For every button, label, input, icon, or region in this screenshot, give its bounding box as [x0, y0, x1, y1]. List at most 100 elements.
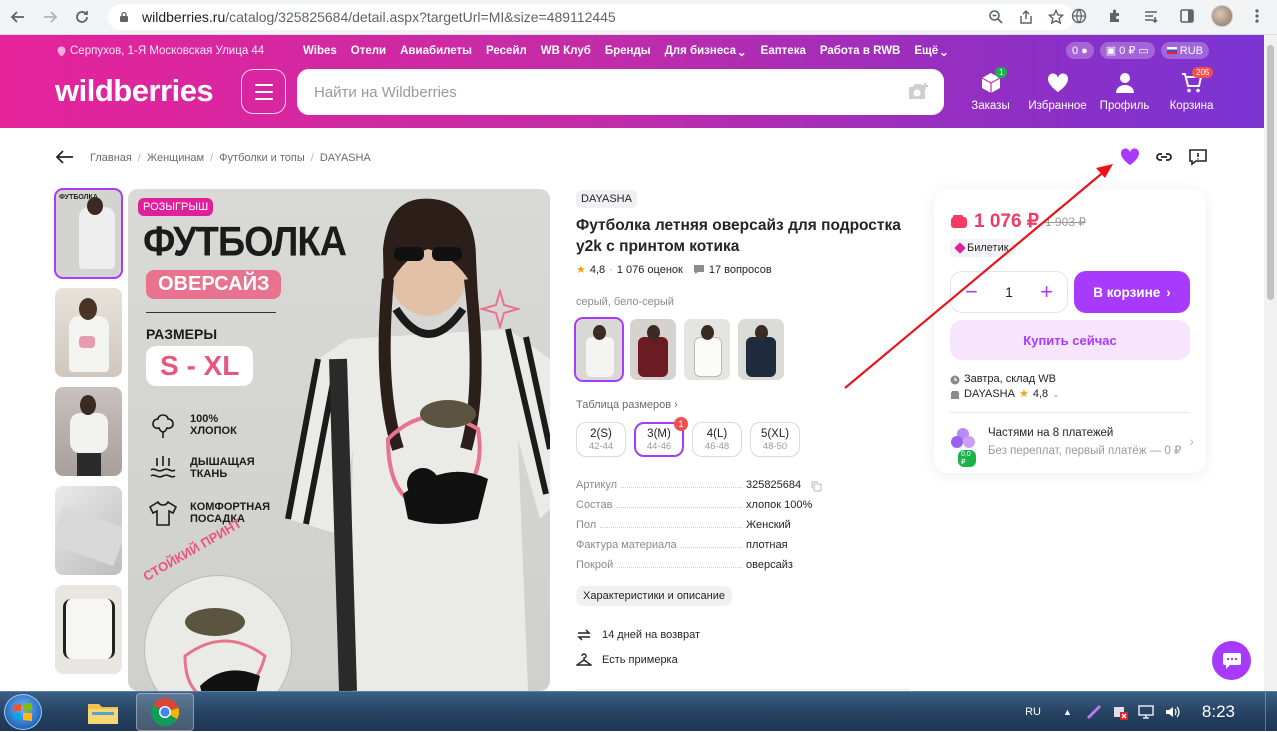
cart-button[interactable]: 205 Корзина — [1158, 67, 1225, 112]
fitting-info: Есть примерка — [576, 653, 678, 667]
copy-icon[interactable] — [811, 481, 822, 492]
top-menu-item[interactable]: Ресейл — [486, 45, 527, 59]
breadcrumb-link[interactable]: DAYASHA — [320, 152, 371, 164]
characteristics-button[interactable]: Характеристики и описание — [576, 586, 732, 606]
network-error-icon[interactable] — [1112, 704, 1128, 720]
in-cart-button[interactable]: В корзине › — [1074, 271, 1190, 313]
size-option[interactable]: 3(M) 44-46 1 — [634, 417, 688, 457]
points-pill[interactable]: 0 ● — [1065, 42, 1094, 59]
ticket-label: Билетик — [967, 242, 1009, 254]
explorer-taskbar-button[interactable] — [74, 693, 132, 731]
chat-button[interactable] — [1212, 641, 1251, 680]
thumbnail-5[interactable] — [55, 585, 122, 674]
return-info: 14 дней на возврат — [576, 628, 700, 642]
catalog-menu-button[interactable] — [241, 69, 286, 114]
rating-row[interactable]: ★ 4,8 · 1 076 оценок 17 вопросов — [576, 263, 772, 277]
orders-button[interactable]: 1 Заказы — [957, 67, 1024, 112]
top-menu-item[interactable]: Авиабилеты — [400, 45, 472, 59]
copy-link-icon[interactable] — [1154, 148, 1174, 166]
top-menu-item[interactable]: Работа в RWB — [820, 45, 901, 59]
ticket-chip[interactable]: Билетик — [950, 239, 1015, 257]
chrome-taskbar-button[interactable] — [136, 693, 194, 731]
top-menu-item[interactable]: WB Клуб — [541, 45, 591, 59]
product-main-image[interactable]: РОЗЫГРЫШ ФУТБОЛКА ОВЕРСАЙЗ РАЗМЕРЫ S - X… — [128, 189, 550, 691]
questions-count[interactable]: 17 вопросов — [709, 264, 772, 276]
breadcrumb-link[interactable]: Женщинам — [147, 152, 204, 164]
kebab-menu-icon[interactable] — [1245, 4, 1269, 28]
color-option-3[interactable] — [684, 319, 730, 380]
thumbnail-3[interactable] — [55, 387, 122, 476]
color-option-2[interactable] — [630, 319, 676, 380]
currency-pill[interactable]: RUB — [1160, 42, 1209, 59]
report-issue-icon[interactable] — [1188, 148, 1208, 166]
top-menu-item[interactable]: Ещё — [914, 45, 938, 59]
show-desktop-button[interactable] — [1265, 692, 1277, 732]
clock[interactable]: 8:23 — [1202, 702, 1235, 722]
top-menu-item[interactable]: Еаптека — [761, 45, 806, 59]
favorites-button[interactable]: Избранное — [1024, 71, 1091, 112]
side-panel-icon[interactable] — [1175, 4, 1199, 28]
current-price: 1 076 ₽ — [974, 211, 1039, 232]
card-divider — [950, 412, 1190, 413]
extensions-icon[interactable] — [1103, 4, 1127, 28]
thumbnail-1[interactable]: ФУТБОЛКА — [54, 188, 123, 279]
thumbnail-2[interactable] — [55, 288, 122, 377]
forward-arrow-icon[interactable] — [36, 3, 64, 31]
thumbnail-4[interactable] — [55, 486, 122, 575]
location-link[interactable]: Серпухов, 1-Я Московская Улица 44 — [57, 45, 264, 57]
volume-icon[interactable] — [1164, 704, 1180, 720]
seller-info[interactable]: DAYASHA ★ 4,8 ⌄ — [950, 387, 1060, 402]
top-menu-item[interactable]: Wibes — [303, 45, 337, 59]
search-input[interactable] — [314, 83, 874, 101]
promo-sizes-range: S - XL — [146, 346, 254, 386]
return-icon — [577, 629, 591, 641]
share-icon[interactable] — [1018, 9, 1034, 25]
profile-avatar[interactable] — [1211, 5, 1233, 27]
breadcrumb-link[interactable]: Главная — [90, 152, 132, 164]
reading-list-icon[interactable] — [1139, 4, 1163, 28]
buy-now-button[interactable]: Купить сейчас — [950, 320, 1190, 360]
promo-sizes-label: РАЗМЕРЫ — [146, 326, 218, 342]
installments-block[interactable]: 0,0 ₽ Частями на 8 платежей Без переплат… — [950, 427, 1194, 467]
increase-button[interactable]: + — [1040, 281, 1053, 303]
tray-expand-icon[interactable]: ▲ — [1063, 707, 1072, 717]
language-indicator[interactable]: RU — [1025, 706, 1041, 718]
profile-button[interactable]: Профиль — [1091, 71, 1158, 112]
reload-icon[interactable] — [68, 3, 96, 31]
back-arrow-icon[interactable] — [4, 3, 32, 31]
monitor-icon[interactable] — [1138, 704, 1154, 720]
top-menu-item[interactable]: Бренды — [605, 45, 651, 59]
color-option-1[interactable] — [574, 317, 624, 382]
zoom-icon[interactable] — [988, 9, 1004, 25]
size-option[interactable]: 4(L) 46-48 — [692, 422, 742, 457]
page-scrollbar[interactable] — [1264, 35, 1277, 691]
pen-icon[interactable] — [1086, 704, 1102, 720]
size-option[interactable]: 2(S) 42-44 — [576, 422, 626, 457]
rating-value: 4,8 — [589, 263, 606, 276]
quantity-value[interactable]: 1 — [1005, 284, 1013, 300]
brand-chip[interactable]: DAYASHA — [576, 190, 637, 208]
address-bar[interactable]: wildberries.ru/catalog/325825684/detail.… — [108, 4, 1074, 30]
bookmark-star-icon[interactable] — [1048, 9, 1064, 25]
top-menu-item[interactable]: Для бизнеса — [665, 45, 736, 59]
reviews-count[interactable]: 1 076 оценок — [617, 264, 683, 276]
globe-icon[interactable] — [1067, 4, 1091, 28]
wildberries-logo[interactable]: wildberries — [55, 73, 214, 109]
color-option-4[interactable] — [738, 319, 784, 380]
favorite-heart-icon[interactable] — [1120, 148, 1140, 166]
balance-pill[interactable]: ▣ 0 ₽ ▭ — [1099, 42, 1155, 59]
decrease-button[interactable]: − — [965, 281, 978, 303]
clock-icon — [950, 375, 960, 384]
breadcrumb-link[interactable]: Футболки и топы — [219, 152, 305, 164]
spec-key: Состав — [576, 499, 613, 511]
size-table-link[interactable]: Таблица размеров › — [576, 399, 678, 411]
old-price: 1 903 ₽ — [1044, 214, 1086, 229]
thumbnail-strip: ФУТБОЛКА — [54, 188, 123, 684]
scrollbar-thumb[interactable] — [1267, 45, 1274, 300]
size-option[interactable]: 5(XL) 48-50 — [750, 422, 800, 457]
feature-breathable: ДЫШАЩАЯ ТКАНЬ — [148, 454, 255, 482]
start-button[interactable] — [4, 694, 42, 730]
camera-search-icon[interactable] — [906, 81, 930, 103]
top-menu-item[interactable]: Отели — [351, 45, 386, 59]
back-arrow-icon[interactable] — [56, 150, 74, 164]
